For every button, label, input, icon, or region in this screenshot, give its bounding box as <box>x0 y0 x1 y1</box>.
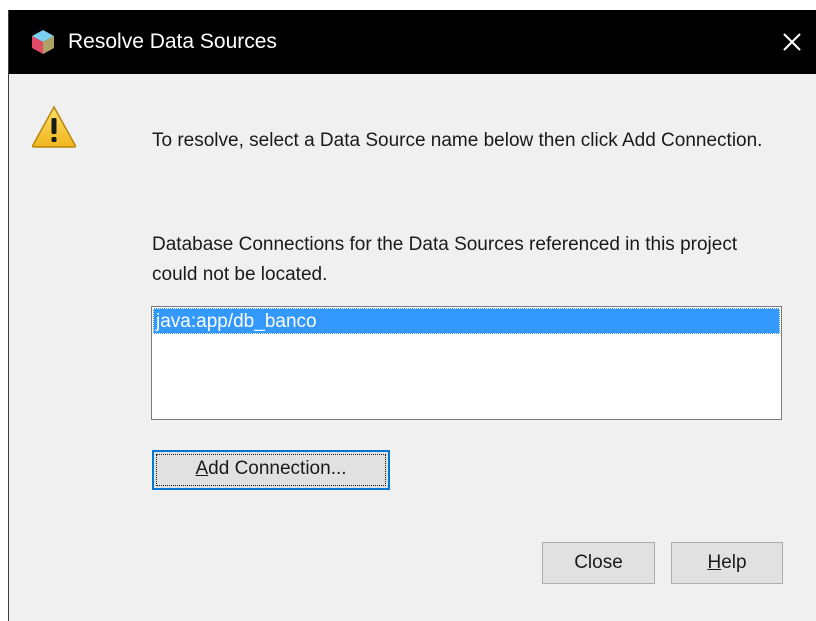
close-icon[interactable] <box>776 26 808 58</box>
add-connection-button[interactable]: Add Connection... <box>152 450 390 490</box>
data-source-list[interactable]: java:app/db_banco <box>151 306 782 420</box>
help-button[interactable]: Help <box>671 542 783 584</box>
instruction-text: To resolve, select a Data Source name be… <box>152 130 763 151</box>
focus-rectangle <box>156 454 386 486</box>
netbeans-cube-icon <box>32 30 54 54</box>
help-label: elp <box>721 552 747 573</box>
resolve-data-sources-dialog: Resolve Data Sources To resolve, select … <box>8 10 816 621</box>
title-bar[interactable]: Resolve Data Sources <box>9 10 816 74</box>
close-button[interactable]: Close <box>542 542 655 584</box>
error-description-text: Database Connections for the Data Source… <box>152 234 738 285</box>
help-mnemonic: H <box>707 552 722 573</box>
list-item-data-source[interactable]: java:app/db_banco <box>153 308 780 334</box>
window-title: Resolve Data Sources <box>68 30 277 53</box>
warning-triangle-icon <box>31 105 77 148</box>
